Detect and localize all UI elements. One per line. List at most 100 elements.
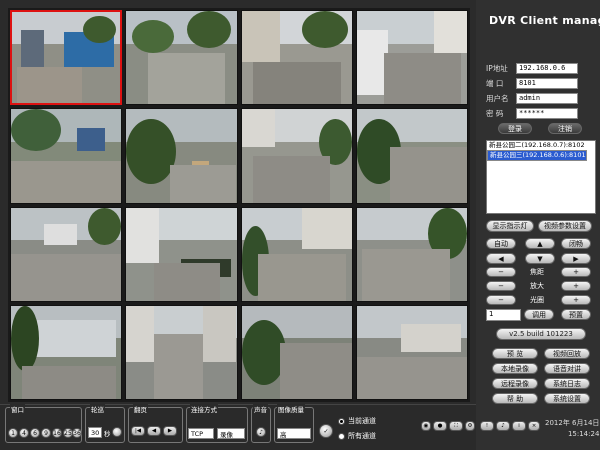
- device-list[interactable]: 新县公园二(192.168.0.7):8102 新县公园三(192.168.0.…: [486, 140, 596, 214]
- window-label: 窗口: [10, 404, 25, 414]
- zoom-plus-button[interactable]: +: [561, 281, 591, 291]
- ptz-down-button[interactable]: ▼: [525, 253, 555, 264]
- camera-feed-13[interactable]: [10, 304, 123, 400]
- ptz-up-button[interactable]: ▲: [525, 238, 555, 249]
- remote-record-button[interactable]: 远程录像: [492, 378, 538, 389]
- camera-feed-5[interactable]: [10, 108, 123, 204]
- sound-label: 声音: [253, 404, 268, 414]
- focus-label: 焦距: [530, 268, 544, 276]
- system-settings-button[interactable]: 系统设置: [544, 393, 590, 404]
- connection-type-select[interactable]: TCP: [188, 428, 214, 439]
- voice-talk-button[interactable]: 语音对讲: [544, 363, 590, 374]
- camera-feed-9[interactable]: [10, 206, 123, 302]
- plus-icon: +: [573, 268, 579, 276]
- camera-feed-15[interactable]: [240, 304, 353, 400]
- quality-label: 图像质量: [277, 404, 305, 414]
- layout-6-button[interactable]: 6: [30, 428, 40, 438]
- arrow-up-icon: ▲: [537, 239, 543, 248]
- logout-button[interactable]: 注销: [548, 123, 582, 134]
- record-toggle-icon[interactable]: ●: [433, 421, 447, 431]
- datetime-display: 2012年 6月14日 15:14:24: [545, 418, 599, 440]
- date-text: 2012年 6月14日: [545, 419, 600, 427]
- settings-icon[interactable]: ⚙: [465, 421, 475, 431]
- poll-toggle-button[interactable]: [112, 427, 122, 437]
- page-first-button[interactable]: |◀: [131, 426, 145, 436]
- auto-button[interactable]: 自动: [486, 238, 516, 249]
- camera-feed-4[interactable]: [355, 10, 468, 106]
- password-row: 密 码: [486, 107, 578, 119]
- preview-button[interactable]: 预 览: [492, 348, 538, 359]
- camera-feed-10[interactable]: [125, 206, 238, 302]
- next-page-icon: ▶: [167, 428, 173, 434]
- current-channel-label: 当前通道: [348, 417, 376, 425]
- page-next-button[interactable]: ▶: [163, 426, 177, 436]
- set-preset-button[interactable]: 预置: [561, 309, 591, 320]
- camera-feed-12[interactable]: [355, 206, 468, 302]
- show-osd-button[interactable]: 显示指示灯: [486, 220, 534, 232]
- page-prev-button[interactable]: ◀: [147, 426, 161, 436]
- camera-feed-11[interactable]: [240, 206, 353, 302]
- minus-icon: −: [498, 282, 504, 290]
- layout-1-button[interactable]: 1: [8, 428, 18, 438]
- layout-9-button[interactable]: 9: [41, 428, 51, 438]
- local-record-button[interactable]: 本地录像: [492, 363, 538, 374]
- quality-select[interactable]: 高: [277, 428, 311, 439]
- camera-feed-16[interactable]: [355, 304, 468, 400]
- camera-feed-1[interactable]: [10, 10, 123, 106]
- stop-button[interactable]: 闭畅: [561, 238, 591, 249]
- device-item-1[interactable]: 新县公园二(192.168.0.7):8102: [487, 141, 595, 150]
- info-icon[interactable]: i: [512, 421, 526, 431]
- device-item-2[interactable]: 新县公园三(192.168.0.6):8101: [487, 150, 587, 161]
- camera-feed-8[interactable]: [355, 108, 468, 204]
- zoom-minus-button[interactable]: −: [486, 281, 516, 291]
- camera-feed-2[interactable]: [125, 10, 238, 106]
- layout-4-button[interactable]: 4: [19, 428, 29, 438]
- port-input[interactable]: [516, 77, 578, 89]
- poll-interval-input[interactable]: 30: [88, 427, 102, 438]
- call-preset-button[interactable]: 调用: [524, 309, 554, 320]
- password-input[interactable]: [516, 107, 578, 119]
- layout-36-button[interactable]: 36: [72, 428, 82, 438]
- ptz-right-button[interactable]: ▶: [561, 253, 591, 264]
- snapshot-icon[interactable]: ◉: [421, 421, 431, 431]
- video-params-button[interactable]: 视频参数设置: [538, 220, 592, 232]
- arrow-right-icon: ▶: [573, 254, 579, 263]
- poll-label: 轮巡: [90, 404, 105, 414]
- port-label: 端 口: [486, 78, 504, 88]
- current-channel-radio[interactable]: 当前通道: [338, 416, 376, 426]
- username-label: 用户名: [486, 93, 509, 103]
- focus-minus-button[interactable]: −: [486, 267, 516, 277]
- camera-feed-7[interactable]: [240, 108, 353, 204]
- camera-feed-14[interactable]: [125, 304, 238, 400]
- arrow-down-icon: ▼: [537, 254, 543, 263]
- system-log-button[interactable]: 系统日志: [544, 378, 590, 389]
- ptz-left-button[interactable]: ◀: [486, 253, 516, 264]
- fullscreen-icon[interactable]: ⛶: [449, 421, 463, 431]
- iris-label: 光圈: [530, 296, 544, 304]
- alarm-icon[interactable]: !: [480, 421, 494, 431]
- quality-apply-button[interactable]: ✓: [319, 424, 333, 438]
- radio-on-icon: [338, 417, 345, 425]
- playback-button[interactable]: 视频回放: [544, 348, 590, 359]
- ip-input[interactable]: [516, 62, 578, 74]
- layout-16-button[interactable]: 16: [52, 428, 62, 438]
- password-label: 密 码: [486, 108, 504, 118]
- username-row: 用户名: [486, 92, 578, 104]
- focus-plus-button[interactable]: +: [561, 267, 591, 277]
- iris-plus-button[interactable]: +: [561, 295, 591, 305]
- version-label: v2.5 build 101223: [496, 328, 586, 340]
- record-mode-select[interactable]: 录像: [217, 428, 245, 439]
- arrow-left-icon: ◀: [498, 254, 504, 263]
- camera-feed-3[interactable]: [240, 10, 353, 106]
- username-input[interactable]: [516, 92, 578, 104]
- login-button[interactable]: 登录: [498, 123, 532, 134]
- iris-minus-button[interactable]: −: [486, 295, 516, 305]
- audio-icon[interactable]: ♪: [496, 421, 510, 431]
- exit-icon[interactable]: ×: [528, 421, 540, 431]
- preset-number-input[interactable]: 1: [486, 309, 521, 321]
- help-button[interactable]: 帮 助: [492, 393, 538, 404]
- all-channels-radio[interactable]: 所有通道: [338, 431, 376, 441]
- sound-toggle-button[interactable]: ♪: [256, 427, 266, 437]
- first-page-icon: |◀: [134, 428, 142, 434]
- camera-feed-6[interactable]: [125, 108, 238, 204]
